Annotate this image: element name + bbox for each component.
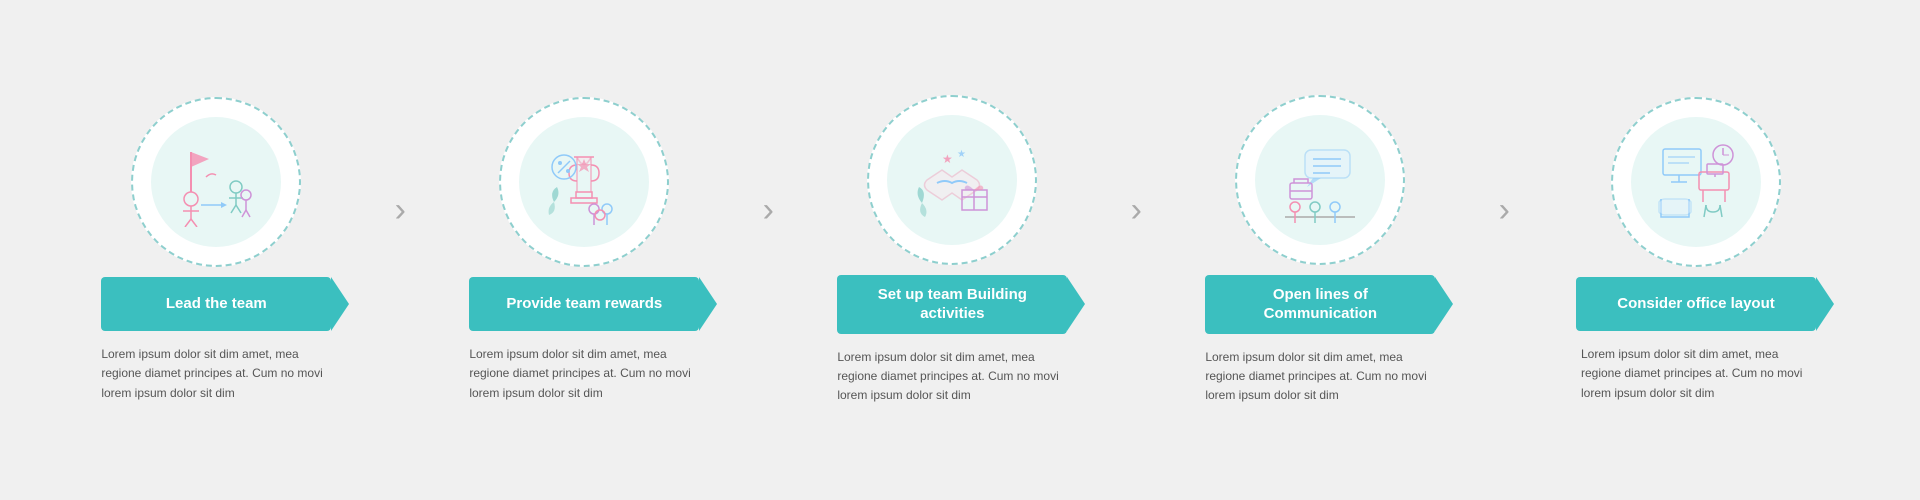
chevron-2: ›	[763, 191, 774, 230]
office-icon	[1651, 137, 1741, 227]
step-circle-1	[131, 97, 301, 267]
svg-text:★: ★	[957, 149, 966, 160]
chevron-4: ›	[1499, 191, 1510, 230]
step-provide-team-rewards: Provide team rewards Lorem ipsum dolor s…	[408, 97, 761, 403]
step-circle-2	[499, 97, 669, 267]
step-desc-2: Lorem ipsum dolor sit dim amet, mea regi…	[469, 345, 699, 403]
svg-text:★: ★	[942, 152, 953, 166]
step-label-1: Lead the team	[101, 277, 331, 331]
step-circle-4	[1235, 95, 1405, 265]
chevron-3: ›	[1131, 191, 1142, 230]
lead-icon	[171, 137, 261, 227]
step-icon-bg-3: ★ ★	[887, 115, 1017, 245]
step-office-layout: Consider office layout Lorem ipsum dolor…	[1512, 97, 1880, 403]
step-desc-4: Lorem ipsum dolor sit dim amet, mea regi…	[1205, 348, 1435, 406]
step-circle-5	[1611, 97, 1781, 267]
step-desc-1: Lorem ipsum dolor sit dim amet, mea regi…	[101, 345, 331, 403]
step-icon-bg-4	[1255, 115, 1385, 245]
rewards-icon	[539, 137, 629, 227]
step-icon-bg-2	[519, 117, 649, 247]
step-wrapper-3: ★ ★ Set up team Building activities Lore…	[776, 95, 1144, 406]
building-icon: ★ ★	[907, 135, 997, 225]
step-label-5: Consider office layout	[1576, 277, 1816, 331]
communication-icon	[1275, 135, 1365, 225]
step-circle-3: ★ ★	[867, 95, 1037, 265]
step-wrapper-1: Lead the team Lorem ipsum dolor sit dim …	[40, 97, 408, 403]
step-desc-5: Lorem ipsum dolor sit dim amet, mea regi…	[1581, 345, 1811, 403]
step-desc-3: Lorem ipsum dolor sit dim amet, mea regi…	[837, 348, 1067, 406]
step-communication: Open lines of Communication Lorem ipsum …	[1144, 95, 1497, 406]
step-wrapper-2: Provide team rewards Lorem ipsum dolor s…	[408, 97, 776, 403]
step-icon-bg-5	[1631, 117, 1761, 247]
step-lead-the-team: Lead the team Lorem ipsum dolor sit dim …	[40, 97, 393, 403]
step-team-building: ★ ★ Set up team Building activities Lore…	[776, 95, 1129, 406]
step-wrapper-5: Consider office layout Lorem ipsum dolor…	[1512, 97, 1880, 403]
step-label-2: Provide team rewards	[469, 277, 699, 331]
step-wrapper-4: Open lines of Communication Lorem ipsum …	[1144, 95, 1512, 406]
step-icon-bg-1	[151, 117, 281, 247]
step-label-4: Open lines of Communication	[1205, 275, 1435, 334]
chevron-1: ›	[395, 191, 406, 230]
infographic: Lead the team Lorem ipsum dolor sit dim …	[0, 0, 1920, 500]
step-label-3: Set up team Building activities	[837, 275, 1067, 334]
